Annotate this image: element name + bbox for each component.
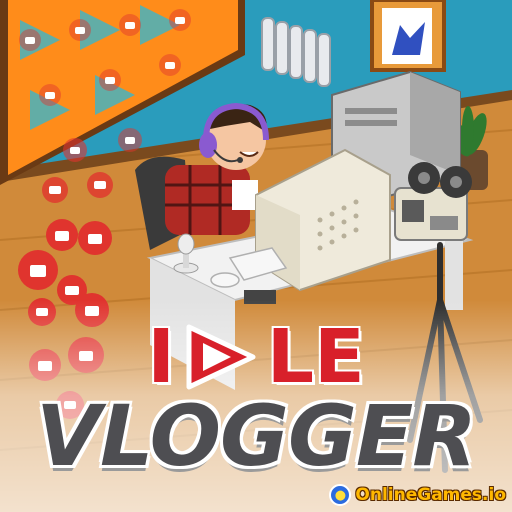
like-bubble-12 <box>63 138 87 162</box>
title-line-1: I LE <box>0 318 512 396</box>
like-bubble-17 <box>169 9 191 31</box>
like-bubble-2 <box>46 219 78 251</box>
brand-text: OnlineGames.io <box>355 485 506 505</box>
like-bubble-14 <box>19 29 41 51</box>
like-bubble-10 <box>42 177 68 203</box>
mouse <box>210 272 240 288</box>
title-letter-i: I <box>147 314 175 400</box>
like-bubble-3 <box>78 221 112 255</box>
game-cover: I LE VLOGGER ● OnlineGames.io <box>0 0 512 512</box>
like-bubble-19 <box>99 69 121 91</box>
like-bubble-20 <box>159 54 181 76</box>
like-bubble-16 <box>119 14 141 36</box>
desk-leg <box>445 240 463 310</box>
gamepad-globe-icon: ● <box>329 484 352 506</box>
like-bubble-11 <box>87 172 113 198</box>
like-bubble-18 <box>39 84 61 106</box>
play-icon <box>186 324 256 390</box>
like-bubble-1 <box>18 250 58 290</box>
title-letters-le: LE <box>266 314 365 400</box>
brand-watermark[interactable]: ● OnlineGames.io <box>329 482 506 508</box>
like-bubble-13 <box>118 128 142 152</box>
title-line-2: VLOGGER <box>36 387 477 485</box>
like-bubble-15 <box>69 19 91 41</box>
